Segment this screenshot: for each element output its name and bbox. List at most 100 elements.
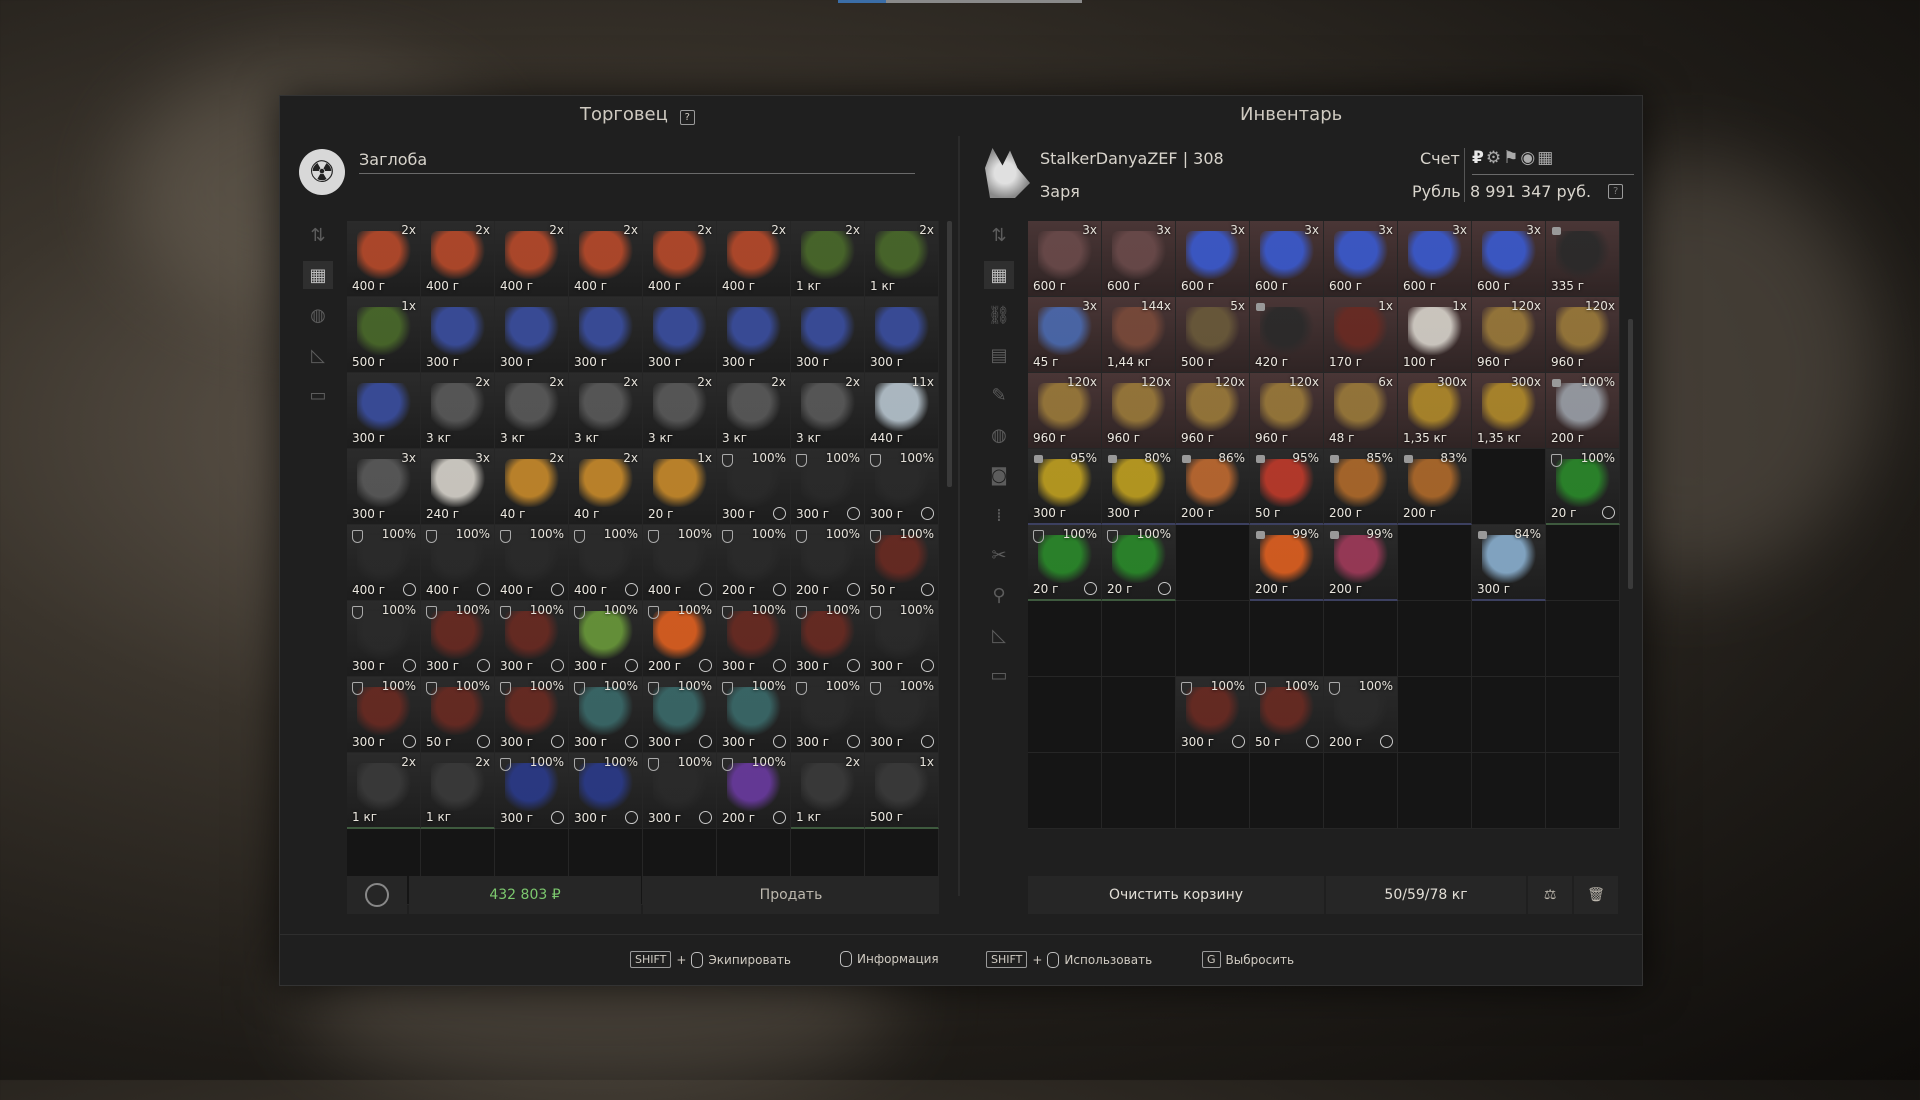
item-slot[interactable]: 100% 200 г bbox=[791, 525, 865, 601]
camera-icon[interactable]: ◙ bbox=[984, 461, 1014, 489]
item-slot[interactable]: 2x 40 г bbox=[569, 449, 643, 525]
item-slot[interactable]: 100% 300 г bbox=[347, 677, 421, 753]
item-slot[interactable]: 3x 600 г bbox=[1472, 221, 1546, 297]
item-slot[interactable]: 100% 200 г bbox=[643, 601, 717, 677]
item-slot[interactable]: 335 г bbox=[1546, 221, 1620, 297]
item-slot[interactable]: 84% 300 г bbox=[1472, 525, 1546, 601]
item-slot[interactable]: 100% 300 г bbox=[791, 677, 865, 753]
item-slot[interactable]: 120x 960 г bbox=[1176, 373, 1250, 449]
item-slot[interactable]: 100% 300 г bbox=[791, 449, 865, 525]
item-slot[interactable]: 99% 200 г bbox=[1250, 525, 1324, 601]
item-slot[interactable]: 1x 500 г bbox=[865, 753, 939, 829]
trader-scrollbar[interactable] bbox=[947, 221, 952, 487]
item-slot[interactable]: 3x 300 г bbox=[347, 449, 421, 525]
item-slot[interactable]: 100% 300 г bbox=[717, 601, 791, 677]
balance-help-icon[interactable]: ? bbox=[1608, 184, 1624, 199]
flag-icon[interactable]: ⚑ bbox=[1503, 148, 1520, 168]
item-slot[interactable]: 100% 300 г bbox=[1176, 677, 1250, 753]
item-slot[interactable]: 100% 20 г bbox=[1102, 525, 1176, 601]
item-slot[interactable]: 300x 1,35 кг bbox=[1398, 373, 1472, 449]
item-slot[interactable]: 83% 200 г bbox=[1398, 449, 1472, 525]
item-slot[interactable]: 300 г bbox=[643, 297, 717, 373]
item-slot[interactable]: 80% 300 г bbox=[1102, 449, 1176, 525]
item-slot[interactable]: 100% 300 г bbox=[421, 601, 495, 677]
item-slot[interactable]: 300 г bbox=[791, 297, 865, 373]
item-slot[interactable]: 3x 600 г bbox=[1324, 221, 1398, 297]
item-slot[interactable]: 2x 40 г bbox=[495, 449, 569, 525]
item-slot[interactable]: 2x 1 кг bbox=[791, 753, 865, 829]
item-slot[interactable]: 3x 240 г bbox=[421, 449, 495, 525]
item-slot[interactable]: 100% 400 г bbox=[643, 525, 717, 601]
item-slot[interactable]: 100% 20 г bbox=[1028, 525, 1102, 601]
item-slot[interactable]: 2x 1 кг bbox=[865, 221, 939, 297]
item-slot[interactable]: 3x 600 г bbox=[1028, 221, 1102, 297]
food-icon[interactable]: ⚲ bbox=[984, 581, 1014, 609]
item-slot[interactable]: 6x 48 г bbox=[1324, 373, 1398, 449]
item-slot[interactable]: 100% 50 г bbox=[421, 677, 495, 753]
item-slot[interactable]: 2x 3 кг bbox=[495, 373, 569, 449]
item-slot[interactable]: 2x 400 г bbox=[495, 221, 569, 297]
item-slot[interactable]: 120x 960 г bbox=[1546, 297, 1620, 373]
sort-icon[interactable]: ⇅ bbox=[303, 221, 333, 249]
item-slot[interactable]: 2x 400 г bbox=[347, 221, 421, 297]
link-icon[interactable]: ⛓ bbox=[984, 301, 1014, 329]
item-slot[interactable]: 1x 170 г bbox=[1324, 297, 1398, 373]
item-slot[interactable]: 100% 300 г bbox=[643, 677, 717, 753]
item-slot[interactable]: 3x 600 г bbox=[1250, 221, 1324, 297]
item-slot[interactable]: 100% 200 г bbox=[1324, 677, 1398, 753]
item-slot[interactable]: 100% 300 г bbox=[865, 449, 939, 525]
item-slot[interactable]: 300 г bbox=[569, 297, 643, 373]
armor-icon[interactable]: ▤ bbox=[984, 341, 1014, 369]
item-slot[interactable]: 100% 200 г bbox=[717, 753, 791, 829]
grid-icon[interactable]: ▦ bbox=[984, 261, 1014, 289]
item-slot[interactable]: 100% 300 г bbox=[865, 677, 939, 753]
item-slot[interactable]: 100% 300 г bbox=[569, 601, 643, 677]
item-slot[interactable]: 120x 960 г bbox=[1102, 373, 1176, 449]
item-slot[interactable]: 2x 400 г bbox=[569, 221, 643, 297]
item-slot[interactable]: 85% 200 г bbox=[1324, 449, 1398, 525]
item-slot[interactable]: 420 г bbox=[1250, 297, 1324, 373]
item-slot[interactable]: 100% 400 г bbox=[569, 525, 643, 601]
item-slot[interactable]: 2x 3 кг bbox=[643, 373, 717, 449]
help-icon[interactable]: ? bbox=[679, 110, 695, 125]
item-slot[interactable]: 1x 20 г bbox=[643, 449, 717, 525]
item-slot[interactable]: 120x 960 г bbox=[1250, 373, 1324, 449]
grid-icon[interactable]: ▦ bbox=[303, 261, 333, 289]
ruler-icon[interactable]: ◺ bbox=[984, 621, 1014, 649]
item-slot[interactable]: 2x 1 кг bbox=[347, 753, 421, 829]
inventory-scrollbar[interactable] bbox=[1628, 319, 1633, 589]
grenade-icon[interactable]: ◍ bbox=[303, 301, 333, 329]
coin-icon[interactable]: ◉ bbox=[1520, 148, 1537, 168]
box-icon[interactable]: ▭ bbox=[984, 661, 1014, 689]
item-slot[interactable]: 95% 50 г bbox=[1250, 449, 1324, 525]
item-slot[interactable]: 100% 300 г bbox=[643, 753, 717, 829]
item-slot[interactable]: 100% 300 г bbox=[717, 449, 791, 525]
clear-cart-button[interactable]: Очистить корзину bbox=[1028, 876, 1324, 914]
item-slot[interactable]: 100% 300 г bbox=[791, 601, 865, 677]
chart-icon[interactable]: ▦ bbox=[1537, 148, 1555, 168]
currency-icons[interactable]: ₽⚙⚑◉▦ bbox=[1472, 148, 1555, 168]
item-slot[interactable]: 100% 200 г bbox=[1546, 373, 1620, 449]
item-slot[interactable]: 100% 300 г bbox=[865, 601, 939, 677]
item-slot[interactable]: 3x 600 г bbox=[1176, 221, 1250, 297]
item-slot[interactable]: 2x 400 г bbox=[421, 221, 495, 297]
item-slot[interactable]: 100% 400 г bbox=[421, 525, 495, 601]
gear-icon[interactable]: ⚙ bbox=[1486, 148, 1503, 168]
item-slot[interactable]: 100% 300 г bbox=[569, 753, 643, 829]
item-slot[interactable]: 3x 600 г bbox=[1102, 221, 1176, 297]
item-slot[interactable]: 11x 440 г bbox=[865, 373, 939, 449]
item-slot[interactable]: 3x 600 г bbox=[1398, 221, 1472, 297]
item-slot[interactable]: 300 г bbox=[347, 373, 421, 449]
bullets-icon[interactable]: ⁞ bbox=[984, 501, 1014, 529]
sort-icon[interactable]: ⇅ bbox=[984, 221, 1014, 249]
item-slot[interactable]: 2x 3 кг bbox=[569, 373, 643, 449]
item-slot[interactable]: 1x 100 г bbox=[1398, 297, 1472, 373]
item-slot[interactable]: 2x 3 кг bbox=[717, 373, 791, 449]
item-slot[interactable]: 2x 3 кг bbox=[421, 373, 495, 449]
item-slot[interactable]: 100% 400 г bbox=[347, 525, 421, 601]
item-slot[interactable]: 100% 300 г bbox=[495, 677, 569, 753]
item-slot[interactable]: 2x 400 г bbox=[643, 221, 717, 297]
item-slot[interactable]: 99% 200 г bbox=[1324, 525, 1398, 601]
item-slot[interactable]: 95% 300 г bbox=[1028, 449, 1102, 525]
item-slot[interactable]: 100% 300 г bbox=[347, 601, 421, 677]
